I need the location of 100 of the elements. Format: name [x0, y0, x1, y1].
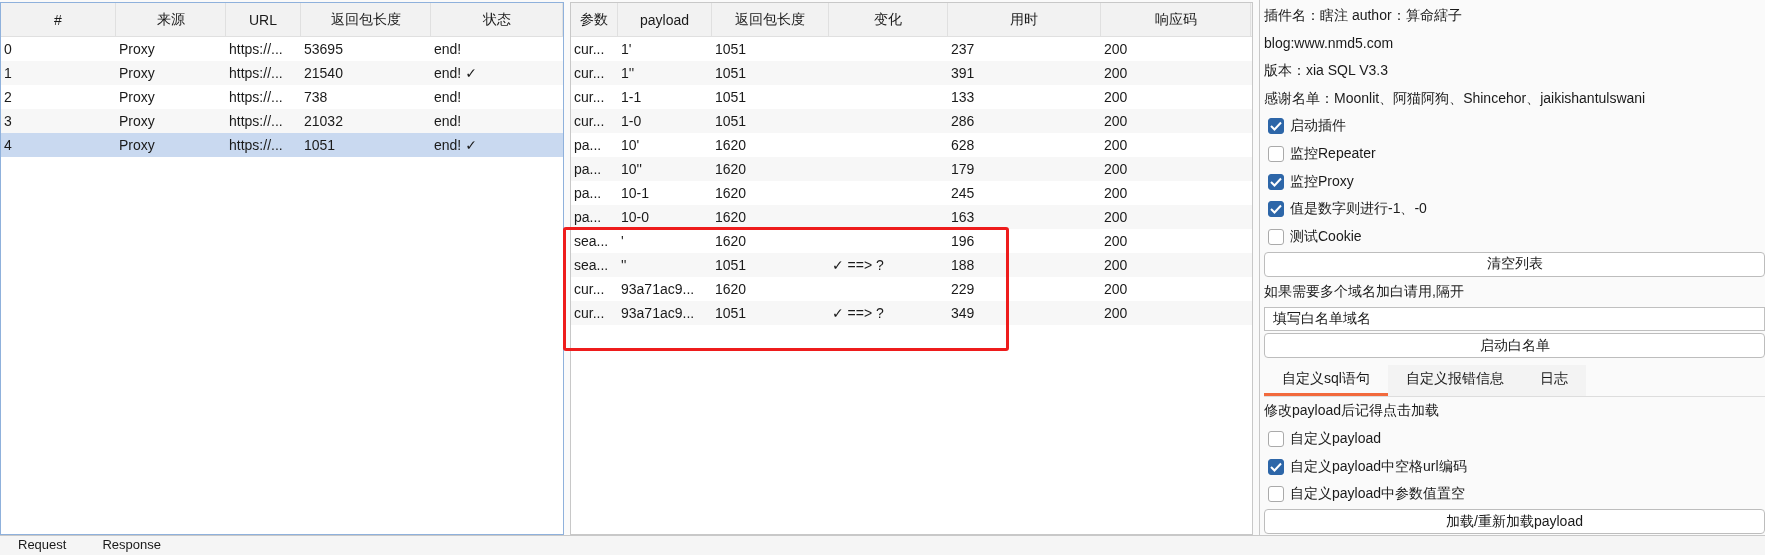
table-row[interactable]: 3 Proxy https://... 21032 end! — [1, 109, 563, 133]
info-text: 感谢名单：Moonlit、阿猫阿狗、Shincehor、jaikishantulswani — [1264, 88, 1647, 108]
table-cell-text: pa... — [573, 185, 602, 201]
table-row[interactable]: sea... ' 1620 196 200 — [571, 229, 1252, 253]
info-text: 插件名：瞎注 author：算命縖子 — [1264, 5, 1463, 25]
checkbox[interactable] — [1268, 458, 1284, 475]
table-row[interactable]: cur... 1'' 1051 391 200 — [571, 61, 1252, 85]
table-cell-text: Proxy — [118, 65, 156, 81]
checkbox[interactable] — [1268, 430, 1284, 447]
table-row[interactable]: 4 Proxy https://... 1051 end! ✓ — [1, 133, 563, 157]
column-header[interactable]: URL — [226, 3, 301, 36]
checkbox-label: 监控Proxy — [1290, 172, 1354, 191]
table-cell-text: 3 — [3, 113, 13, 129]
table-cell-text: 179 — [950, 161, 975, 177]
table-cell-text: end! — [433, 41, 463, 57]
table-cell-text: 21540 — [303, 65, 344, 81]
table-row[interactable]: cur... 1' 1051 237 200 — [571, 37, 1252, 61]
table-cell-text: 1-1 — [620, 89, 642, 105]
table-row[interactable]: pa... 10-1 1620 245 200 — [571, 181, 1252, 205]
table-cell-text: 4 — [3, 137, 13, 153]
table-cell-text: 200 — [1103, 65, 1128, 81]
table-cell-text: 200 — [1103, 113, 1128, 129]
clear-list-button[interactable]: 清空列表 — [1264, 251, 1765, 277]
table-cell-text: 1051 — [714, 41, 747, 57]
table-cell-text: '' — [620, 257, 627, 273]
table-cell-text: cur... — [573, 113, 605, 129]
table-cell-text: 245 — [950, 185, 975, 201]
checkbox[interactable] — [1268, 118, 1284, 135]
column-header[interactable]: 用时 — [948, 3, 1101, 36]
table-cell-text: ✓ ==> ? — [831, 305, 884, 321]
table-cell-text: 1051 — [303, 137, 337, 153]
table-cell-text: cur... — [573, 41, 605, 57]
table-cell-text: end! ✓ — [433, 65, 478, 81]
table-cell-text: 10'' — [620, 161, 642, 177]
table-cell-text: https://... — [228, 89, 284, 105]
tab[interactable]: 日志 — [1521, 365, 1586, 397]
table-cell-text: 1620 — [714, 161, 747, 177]
checkbox-label: 启动插件 — [1290, 117, 1346, 136]
column-header[interactable]: 状态 — [431, 3, 563, 36]
table-row[interactable]: cur... 1-0 1051 286 200 — [571, 109, 1252, 133]
tab[interactable]: Response — [84, 536, 179, 555]
table-row[interactable]: pa... 10'' 1620 179 200 — [571, 157, 1252, 181]
table-row[interactable]: 0 Proxy https://... 53695 end! — [1, 37, 563, 61]
table-row[interactable]: cur... 93a71ac9... 1051 ✓ ==> ? 349 200 — [571, 301, 1252, 325]
table-cell-text: 286 — [950, 113, 975, 129]
whitelist-button[interactable]: 启动白名单 — [1264, 333, 1765, 359]
table-row[interactable]: cur... 1-1 1051 133 200 — [571, 85, 1252, 109]
table-cell-text: Proxy — [118, 41, 156, 57]
checkbox-label: 自定义payload中参数值置空 — [1290, 485, 1466, 504]
column-header[interactable]: # — [1, 3, 116, 36]
checkbox[interactable] — [1268, 201, 1284, 218]
table-cell-text: ✓ ==> ? — [831, 257, 884, 273]
table-row[interactable]: pa... 10-0 1620 163 200 — [571, 205, 1252, 229]
table-cell-text: https://... — [228, 65, 284, 81]
table-cell-text: pa... — [573, 137, 602, 153]
column-header[interactable]: 响应码 — [1101, 3, 1251, 36]
table-row[interactable]: sea... '' 1051 ✓ ==> ? 188 200 — [571, 253, 1252, 277]
load-payload-button[interactable]: 加载/重新加载payload — [1264, 509, 1765, 535]
table-cell-text: 200 — [1103, 305, 1128, 321]
table-cell-text: 200 — [1103, 185, 1128, 201]
checkbox-label: 值是数字则进行-1、-0 — [1290, 200, 1427, 219]
table-cell-text: pa... — [573, 209, 602, 225]
table-cell-text: end! — [433, 89, 463, 105]
table-cell-text: 2 — [3, 89, 13, 105]
table-cell-text: 628 — [950, 137, 975, 153]
checkbox-label: 测试Cookie — [1290, 228, 1362, 247]
tab[interactable]: Request — [0, 536, 85, 555]
column-header[interactable]: payload — [618, 3, 712, 36]
info-text: 版本：xia SQL V3.3 — [1264, 61, 1389, 81]
table-cell-text: Proxy — [118, 89, 156, 105]
table-cell-text: cur... — [573, 89, 605, 105]
input-field[interactable]: 填写白名单域名 — [1264, 306, 1765, 332]
tab[interactable]: 自定义报错信息 — [1387, 365, 1522, 397]
table-cell-text: 196 — [950, 233, 975, 249]
checkbox[interactable] — [1268, 229, 1284, 246]
column-header[interactable]: 返回包长度 — [712, 3, 829, 36]
table-cell-text: 93a71ac9... — [620, 305, 695, 321]
table-cell-text: 229 — [950, 281, 975, 297]
table-cell-text: cur... — [573, 65, 605, 81]
table-cell-text: https://... — [228, 113, 284, 129]
checkbox-label: 自定义payload中空格url编码 — [1290, 457, 1467, 476]
column-header[interactable]: 参数 — [571, 3, 618, 36]
checkbox[interactable] — [1268, 486, 1284, 503]
table-cell-text: end! — [433, 113, 463, 129]
table-row[interactable]: 2 Proxy https://... 738 end! — [1, 85, 563, 109]
table-row[interactable]: pa... 10' 1620 628 200 — [571, 133, 1252, 157]
table-cell-text: cur... — [573, 305, 605, 321]
column-header[interactable]: 变化 — [829, 3, 948, 36]
table-row[interactable]: cur... 93a71ac9... 1620 229 200 — [571, 277, 1252, 301]
table-cell-text: 1620 — [714, 137, 747, 153]
table-cell-text: 1051 — [714, 89, 747, 105]
table-cell-text: 200 — [1103, 209, 1128, 225]
column-header[interactable]: 来源 — [116, 3, 226, 36]
checkbox[interactable] — [1268, 173, 1284, 190]
table-row[interactable]: 1 Proxy https://... 21540 end! ✓ — [1, 61, 563, 85]
checkbox[interactable] — [1268, 146, 1284, 163]
table-cell-text: 237 — [950, 41, 975, 57]
table-cell-text: cur... — [573, 281, 605, 297]
column-header[interactable]: 返回包长度 — [301, 3, 431, 36]
table-cell-text: ' — [620, 233, 624, 249]
